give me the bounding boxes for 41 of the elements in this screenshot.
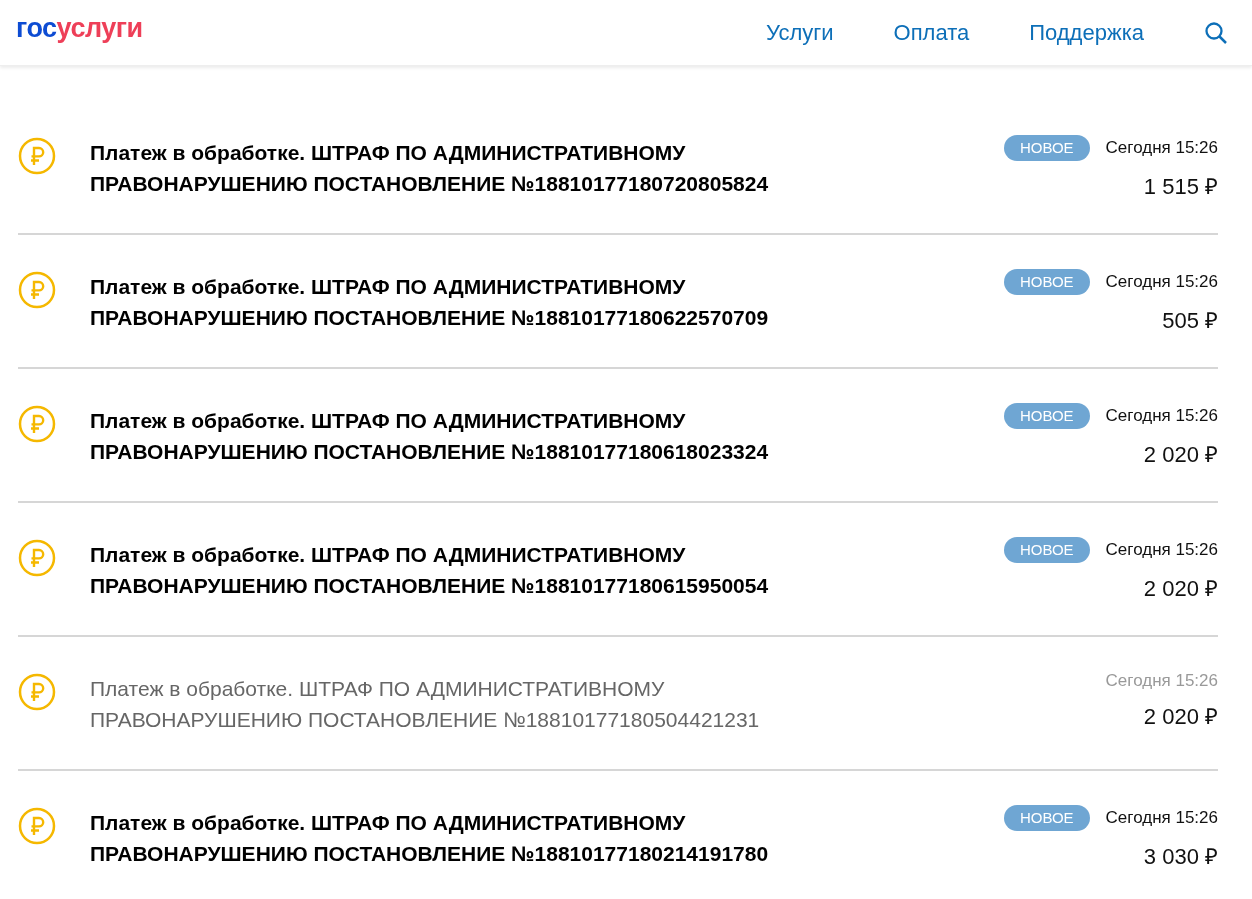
payment-amount: 2 020 ₽: [1143, 703, 1218, 730]
payment-title: Платеж в обработке. ШТРАФ ПО АДМИНИСТРАТИВНОМУ ПРАВОНАРУШЕНИЮ ПОСТАНОВЛЕНИЕ №18810177180720805824: [90, 140, 770, 197]
search-icon[interactable]: [1204, 20, 1228, 45]
ruble-coin-icon: [18, 807, 56, 845]
payment-date: Сегодня 15:26: [1105, 406, 1218, 426]
nav-link[interactable]: Услуги: [765, 19, 834, 46]
payment-row[interactable]: Платеж в обработке. ШТРАФ ПО АДМИНИСТРАТИВНОМУ ПРАВОНАРУШЕНИЮ ПОСТАНОВЛЕНИЕ №18810177180615950054 НОВОЕ Сегодня 15:26 2 020 ₽: [18, 503, 1218, 637]
payment-row[interactable]: Платеж в обработке. ШТРАФ ПО АДМИНИСТРАТИВНОМУ ПРАВОНАРУШЕНИЮ ПОСТАНОВЛЕНИЕ №18810177180618023324 НОВОЕ Сегодня 15:26 2 020 ₽: [18, 369, 1218, 503]
payment-title: Платеж в обработке. ШТРАФ ПО АДМИНИСТРАТИВНОМУ ПРАВОНАРУШЕНИЮ ПОСТАНОВЛЕНИЕ №18810177180615950054: [90, 542, 770, 599]
payment-date: Сегодня 15:26: [1105, 138, 1218, 158]
payment-row[interactable]: Платеж в обработке. ШТРАФ ПО АДМИНИСТРАТИВНОМУ ПРАВОНАРУШЕНИЮ ПОСТАНОВЛЕНИЕ №18810177180214191780 НОВОЕ Сегодня 15:26 3 030 ₽: [18, 771, 1218, 899]
new-badge: НОВОЕ: [1003, 403, 1090, 429]
nav-link[interactable]: Оплата: [893, 19, 970, 46]
logo-wordmark[interactable]: гос: [16, 13, 57, 44]
payment-title: Платеж в обработке. ШТРАФ ПО АДМИНИСТРАТИВНОМУ ПРАВОНАРУШЕНИЮ ПОСТАНОВЛЕНИЕ №18810177180214191780: [90, 810, 770, 867]
payment-date: Сегодня 15:26: [1105, 671, 1218, 691]
payment-title: Платеж в обработке. ШТРАФ ПО АДМИНИСТРАТИВНОМУ ПРАВОНАРУШЕНИЮ ПОСТАНОВЛЕНИЕ №18810177180622570709: [90, 274, 770, 331]
ruble-coin-icon: [18, 673, 56, 711]
ruble-coin-icon: [18, 271, 56, 309]
new-badge: НОВОЕ: [1003, 135, 1090, 161]
logo-wordmark[interactable]: услуги: [56, 13, 143, 44]
ruble-coin-icon: [18, 137, 56, 175]
new-badge: НОВОЕ: [1003, 269, 1090, 295]
payment-amount: 3 030 ₽: [1143, 843, 1218, 870]
nav-link[interactable]: Поддержка: [1029, 19, 1144, 46]
payment-date: Сегодня 15:26: [1105, 540, 1218, 560]
payment-title: Платеж в обработке. ШТРАФ ПО АДМИНИСТРАТИВНОМУ ПРАВОНАРУШЕНИЮ ПОСТАНОВЛЕНИЕ №18810177180504421231: [90, 676, 761, 733]
payment-row[interactable]: Платеж в обработке. ШТРАФ ПО АДМИНИСТРАТИВНОМУ ПРАВОНАРУШЕНИЮ ПОСТАНОВЛЕНИЕ №18810177180622570709 НОВОЕ Сегодня 15:26 505 ₽: [18, 235, 1218, 369]
new-badge: НОВОЕ: [1003, 805, 1090, 831]
payment-date: Сегодня 15:26: [1105, 272, 1218, 292]
payment-amount: 1 515 ₽: [1143, 173, 1218, 200]
ruble-coin-icon: [18, 405, 56, 443]
ruble-coin-icon: [18, 539, 56, 577]
payment-row[interactable]: Платеж в обработке. ШТРАФ ПО АДМИНИСТРАТИВНОМУ ПРАВОНАРУШЕНИЮ ПОСТАНОВЛЕНИЕ №18810177180504421231 Сегодня 15:26 2 020 ₽: [18, 637, 1218, 771]
new-badge: НОВОЕ: [1003, 537, 1090, 563]
payment-date: Сегодня 15:26: [1105, 808, 1218, 828]
payment-title: Платеж в обработке. ШТРАФ ПО АДМИНИСТРАТИВНОМУ ПРАВОНАРУШЕНИЮ ПОСТАНОВЛЕНИЕ №18810177180618023324: [90, 408, 770, 465]
payment-amount: 505 ₽: [1162, 307, 1218, 334]
payment-amount: 2 020 ₽: [1143, 441, 1218, 468]
payment-amount: 2 020 ₽: [1143, 575, 1218, 602]
payment-row[interactable]: Платеж в обработке. ШТРАФ ПО АДМИНИСТРАТИВНОМУ ПРАВОНАРУШЕНИЮ ПОСТАНОВЛЕНИЕ №18810177180720805824 НОВОЕ Сегодня 15:26 1 515 ₽: [18, 101, 1218, 235]
